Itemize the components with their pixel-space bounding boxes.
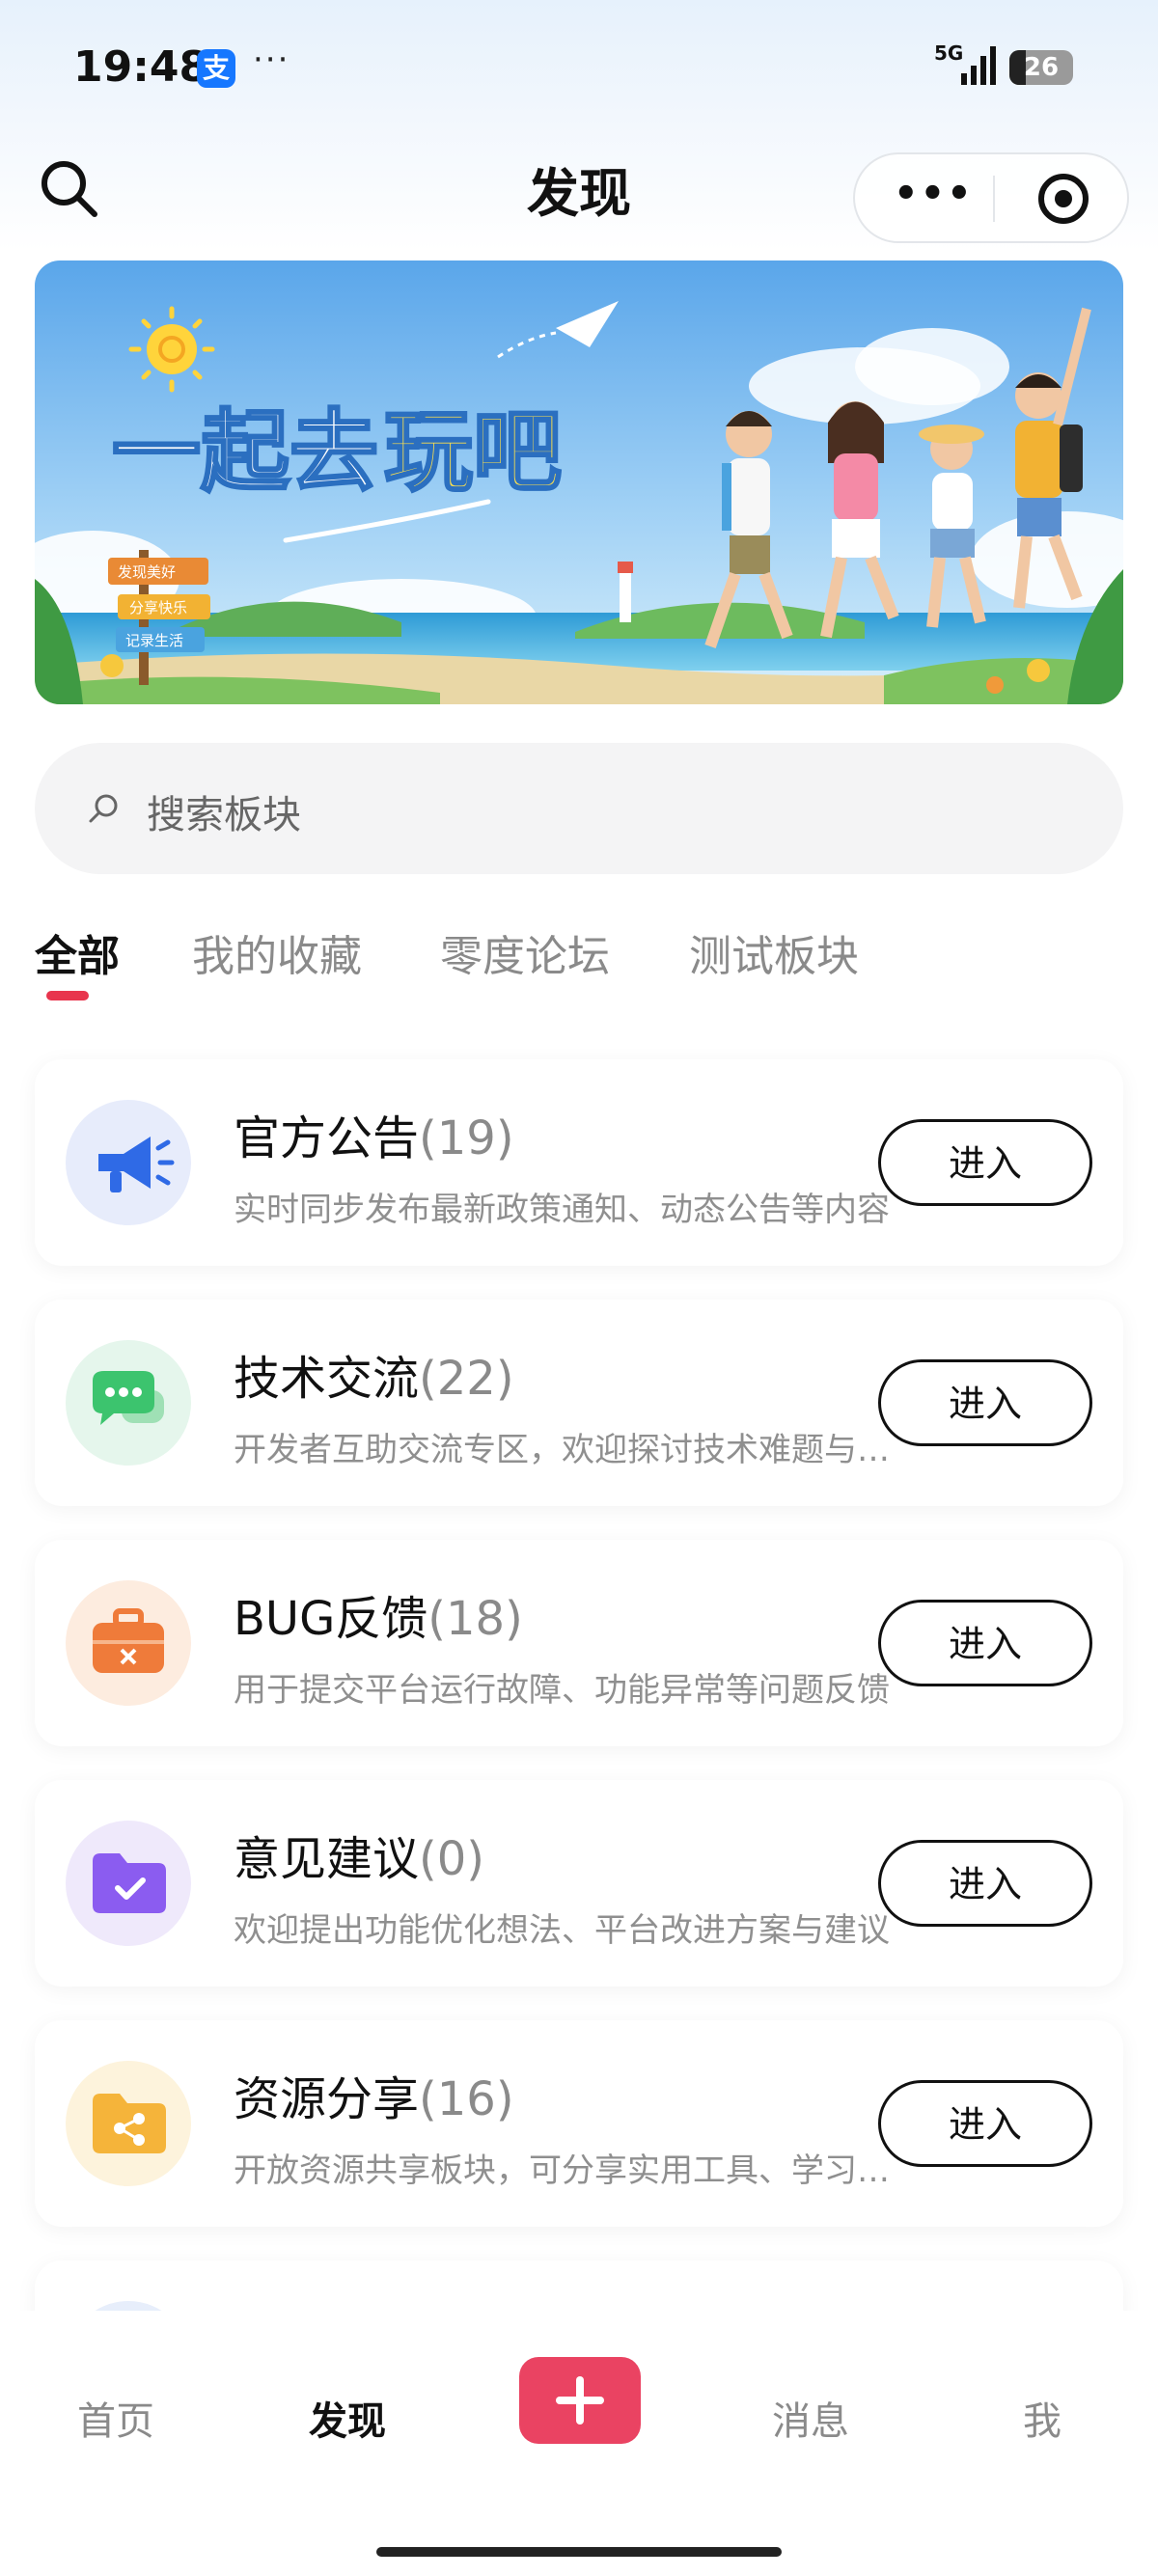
board-name: 技术交流: [234, 1352, 420, 1406]
board-name: 意见建议: [234, 1832, 420, 1886]
sign-2: 分享快乐: [129, 599, 187, 617]
board-title: 官方公告(19): [234, 1100, 514, 1167]
board-title: 资源分享(16): [234, 2061, 514, 2128]
board-icon-bg: [66, 1100, 191, 1225]
active-tab-indicator: [46, 991, 89, 1000]
board-description: 开放资源共享板块，可分享实用工具、学习资料: [234, 2151, 890, 2190]
post-count: (22): [419, 1352, 514, 1406]
board-name: BUG反馈: [234, 1592, 428, 1646]
board-description: 开发者互助交流专区，欢迎探讨技术难题与经验: [234, 1431, 890, 1469]
category-tabs: 全部 我的收藏 零度论坛 测试板块: [35, 921, 1123, 1000]
tabbar-discover[interactable]: 发现: [309, 2390, 386, 2446]
tab-lingdu-forum[interactable]: 零度论坛: [440, 921, 610, 983]
mini-program-capsule: •••: [853, 152, 1129, 243]
board-search-input[interactable]: 搜索板块: [35, 743, 1123, 874]
create-post-button[interactable]: [519, 2357, 641, 2444]
post-count: (18): [427, 1592, 523, 1646]
alipay-icon: 支: [197, 49, 235, 88]
search-icon: [89, 794, 118, 823]
battery-icon: 26: [1009, 50, 1073, 85]
megaphone-icon: [98, 1137, 175, 1192]
enter-button[interactable]: 进入: [878, 1359, 1092, 1446]
sign-1: 发现美好: [118, 563, 176, 581]
enter-button[interactable]: 进入: [878, 1119, 1092, 1206]
board-title: BUG反馈(18): [234, 1580, 523, 1648]
tab-test-board[interactable]: 测试板块: [689, 921, 859, 983]
tabbar-messages[interactable]: 消息: [772, 2390, 849, 2446]
banner-headline-a: 一起去: [112, 400, 378, 504]
post-count: (19): [419, 1111, 514, 1165]
board-icon-bg: [66, 2061, 191, 2186]
clock: 19:48: [73, 42, 209, 92]
post-count: (16): [419, 2072, 514, 2126]
board-card[interactable]: BUG反馈(18) 用于提交平台运行故障、功能异常等问题反馈 进入: [35, 1540, 1123, 1746]
status-more-icon: ···: [253, 41, 290, 79]
battery-level-text: 26: [1023, 53, 1060, 82]
chat-bubble-icon: [93, 1371, 164, 1425]
tab-all[interactable]: 全部: [35, 921, 120, 983]
board-icon-bg: [66, 1821, 191, 1946]
tabbar-home[interactable]: 首页: [77, 2390, 154, 2446]
capsule-divider: [993, 176, 995, 222]
banner-headline-b: 玩吧: [384, 400, 562, 504]
board-card[interactable]: 意见建议(0) 欢迎提出功能优化想法、平台改进方案与建议 进入: [35, 1780, 1123, 1987]
enter-button[interactable]: 进入: [878, 2080, 1092, 2167]
post-count: (0): [419, 1832, 485, 1886]
board-card[interactable]: 技术交流(22) 开发者互助交流专区，欢迎探讨技术难题与经验 进入: [35, 1300, 1123, 1506]
board-description: 欢迎提出功能优化想法、平台改进方案与建议: [234, 1911, 890, 1950]
enter-button[interactable]: 进入: [878, 1840, 1092, 1927]
folder-share-icon: [93, 2094, 166, 2153]
tab-favorites[interactable]: 我的收藏: [192, 921, 362, 983]
board-description: 用于提交平台运行故障、功能异常等问题反馈: [234, 1671, 890, 1710]
board-description: 实时同步发布最新政策通知、动态公告等内容: [234, 1191, 890, 1229]
home-indicator: [376, 2547, 782, 2557]
sign-3: 记录生活: [125, 632, 183, 649]
toolbox-icon: [93, 1608, 164, 1673]
board-card[interactable]: 资源分享(16) 开放资源共享板块，可分享实用工具、学习资料 进入: [35, 2020, 1123, 2227]
board-name: 资源分享: [234, 2072, 420, 2126]
network-type: 5G: [934, 41, 964, 65]
board-card[interactable]: 官方公告(19) 实时同步发布最新政策通知、动态公告等内容 进入: [35, 1059, 1123, 1266]
more-menu-button[interactable]: •••: [894, 172, 974, 216]
promo-banner[interactable]: 一起去 玩吧 发现美好 分享快乐 记录生活: [35, 260, 1123, 704]
enter-button[interactable]: 进入: [878, 1600, 1092, 1686]
folder-check-icon: [93, 1853, 166, 1913]
board-icon-bg: [66, 1580, 191, 1706]
signal-icon: [961, 46, 996, 85]
close-mini-program-button[interactable]: [1038, 174, 1089, 224]
board-title: 意见建议(0): [234, 1821, 484, 1888]
banner-illustration: 一起去 玩吧 发现美好 分享快乐 记录生活: [35, 260, 1123, 704]
board-name: 官方公告: [234, 1111, 420, 1165]
status-bar: 19:48 支 ··· 5G 26: [0, 0, 1158, 135]
navigation-bar: 发现 •••: [0, 145, 1158, 260]
tabbar-me[interactable]: 我: [1023, 2390, 1062, 2446]
bottom-tab-bar: 首页 发现 消息 我: [0, 2311, 1158, 2576]
board-icon-bg: [66, 1340, 191, 1466]
board-title: 技术交流(22): [234, 1340, 514, 1408]
search-placeholder: 搜索板块: [147, 793, 301, 837]
